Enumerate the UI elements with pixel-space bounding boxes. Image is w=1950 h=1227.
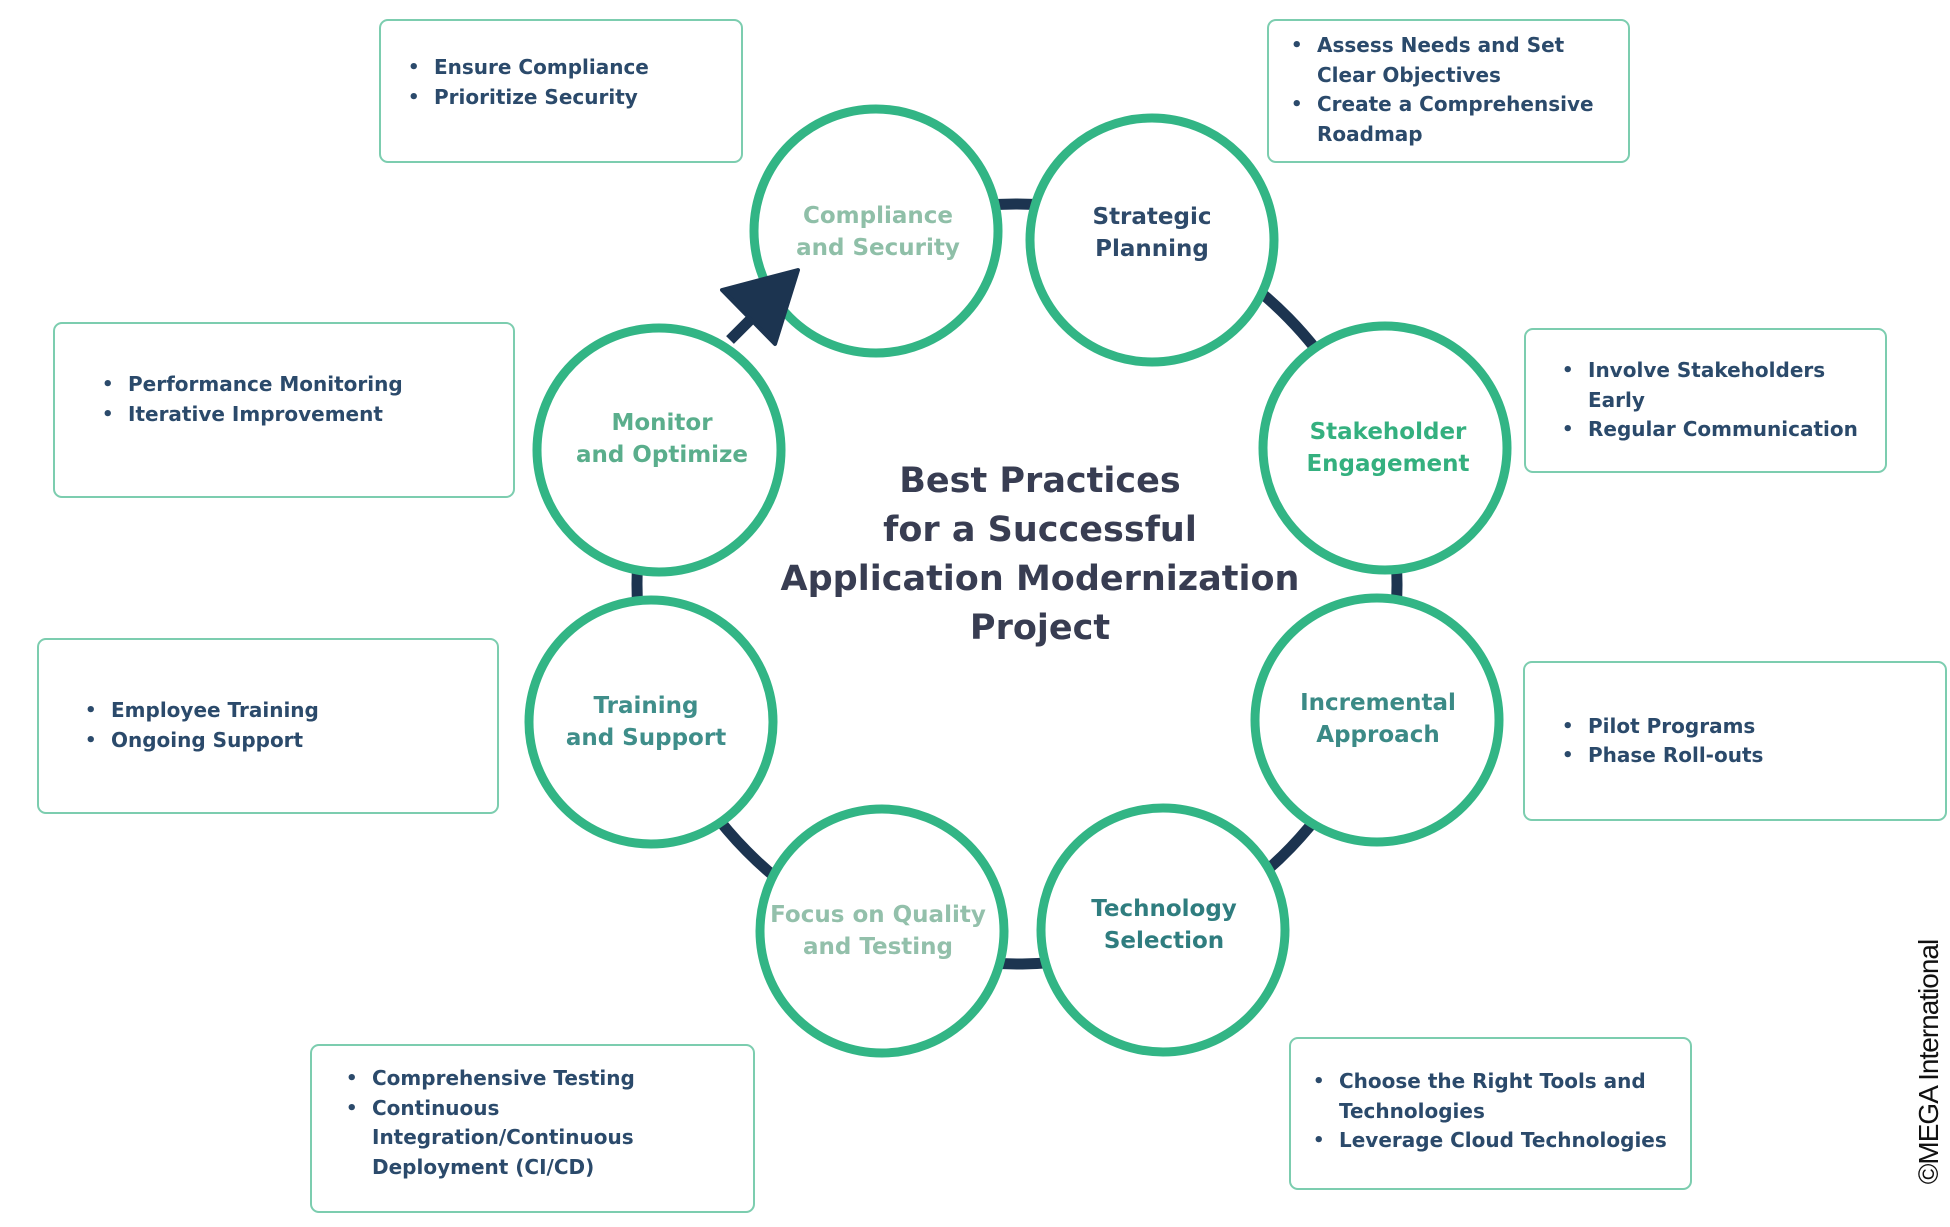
step-compliance: Compliance and Security	[763, 200, 993, 264]
step-label-line: Strategic	[1092, 204, 1212, 230]
step-label-line: and Security	[796, 235, 960, 261]
bullet-item: Create a Comprehensive Roadmap	[1291, 90, 1617, 149]
bullet-item: Prioritize Security	[408, 83, 649, 113]
bullet-item: Regular Communication	[1562, 415, 1878, 445]
step-monitor: Monitor and Optimize	[547, 407, 777, 471]
note-box-compliance: Ensure Compliance Prioritize Security	[379, 19, 743, 163]
bullet-item: Phase Roll-outs	[1562, 741, 1763, 771]
step-label-line: Training	[593, 693, 699, 719]
step-incremental: Incremental Approach	[1263, 687, 1493, 751]
step-label-line: Selection	[1103, 928, 1225, 954]
step-label-line: Monitor	[611, 410, 713, 436]
step-strategic: Strategic Planning	[1037, 201, 1267, 265]
note-box-monitor: Performance Monitoring Iterative Improve…	[53, 322, 515, 498]
step-label-line: Focus on Quality	[770, 902, 986, 928]
bullet-item: Comprehensive Testing	[346, 1064, 672, 1094]
step-label-line: and Support	[565, 725, 727, 751]
bullet-item: Leverage Cloud Technologies	[1313, 1126, 1684, 1156]
step-label-line: Incremental	[1300, 690, 1456, 716]
note-box-strategic: Assess Needs and Set Clear Objectives Cr…	[1267, 19, 1630, 163]
bullet-item: Employee Training	[85, 696, 319, 726]
note-box-quality: Comprehensive Testing Continuous Integra…	[310, 1044, 755, 1213]
bullet-item: Ongoing Support	[85, 726, 319, 756]
bullet-item: Iterative Improvement	[102, 400, 403, 430]
bullet-list: Assess Needs and Set Clear Objectives Cr…	[1269, 31, 1617, 149]
copyright-notice: ©MEGA International	[1913, 939, 1944, 1185]
bullet-item: Pilot Programs	[1562, 712, 1763, 742]
bullet-list: Choose the Right Tools and Technologies …	[1291, 1067, 1684, 1156]
title-line: for a Successful	[883, 510, 1197, 550]
step-label-line: Approach	[1316, 722, 1440, 748]
step-label-line: and Testing	[802, 934, 953, 960]
title-line: Application Modernization	[780, 559, 1300, 599]
note-box-stakeholder: Involve Stakeholders Early Regular Commu…	[1524, 328, 1887, 473]
step-label-line: Planning	[1095, 236, 1209, 262]
bullet-list: Performance Monitoring Iterative Improve…	[55, 370, 403, 429]
step-stakeholder: Stakeholder Engagement	[1273, 416, 1503, 480]
step-label-line: Technology	[1091, 896, 1237, 922]
note-box-technology: Choose the Right Tools and Technologies …	[1289, 1037, 1692, 1190]
note-box-training: Employee Training Ongoing Support	[37, 638, 499, 814]
note-box-incremental: Pilot Programs Phase Roll-outs	[1523, 661, 1947, 821]
title-line: Best Practices	[899, 461, 1181, 501]
bullet-list: Involve Stakeholders Early Regular Commu…	[1526, 356, 1878, 445]
step-quality: Focus on Quality and Testing	[763, 899, 993, 963]
step-technology: Technology Selection	[1049, 893, 1279, 957]
bullet-list: Ensure Compliance Prioritize Security	[381, 53, 649, 112]
bullet-list: Pilot Programs Phase Roll-outs	[1525, 712, 1763, 771]
bullet-list: Comprehensive Testing Continuous Integra…	[312, 1064, 672, 1182]
diagram-title: Best Practices for a Successful Applicat…	[781, 457, 1300, 653]
bullet-item: Ensure Compliance	[408, 53, 649, 83]
bullet-item: Choose the Right Tools and Technologies	[1313, 1067, 1684, 1126]
title-line: Project	[969, 608, 1111, 648]
step-label-line: Engagement	[1306, 451, 1470, 477]
step-label-line: Stakeholder	[1309, 419, 1467, 445]
step-label-line: and Optimize	[575, 442, 749, 468]
bullet-list: Employee Training Ongoing Support	[39, 696, 319, 755]
step-label-line: Compliance	[802, 203, 953, 229]
bullet-item: Continuous Integration/Continuous Deploy…	[346, 1094, 672, 1183]
step-training: Training and Support	[531, 690, 761, 754]
bullet-item: Involve Stakeholders Early	[1562, 356, 1878, 415]
bullet-item: Assess Needs and Set Clear Objectives	[1291, 31, 1617, 90]
cycle-arrow	[720, 268, 800, 346]
bullet-item: Performance Monitoring	[102, 370, 403, 400]
